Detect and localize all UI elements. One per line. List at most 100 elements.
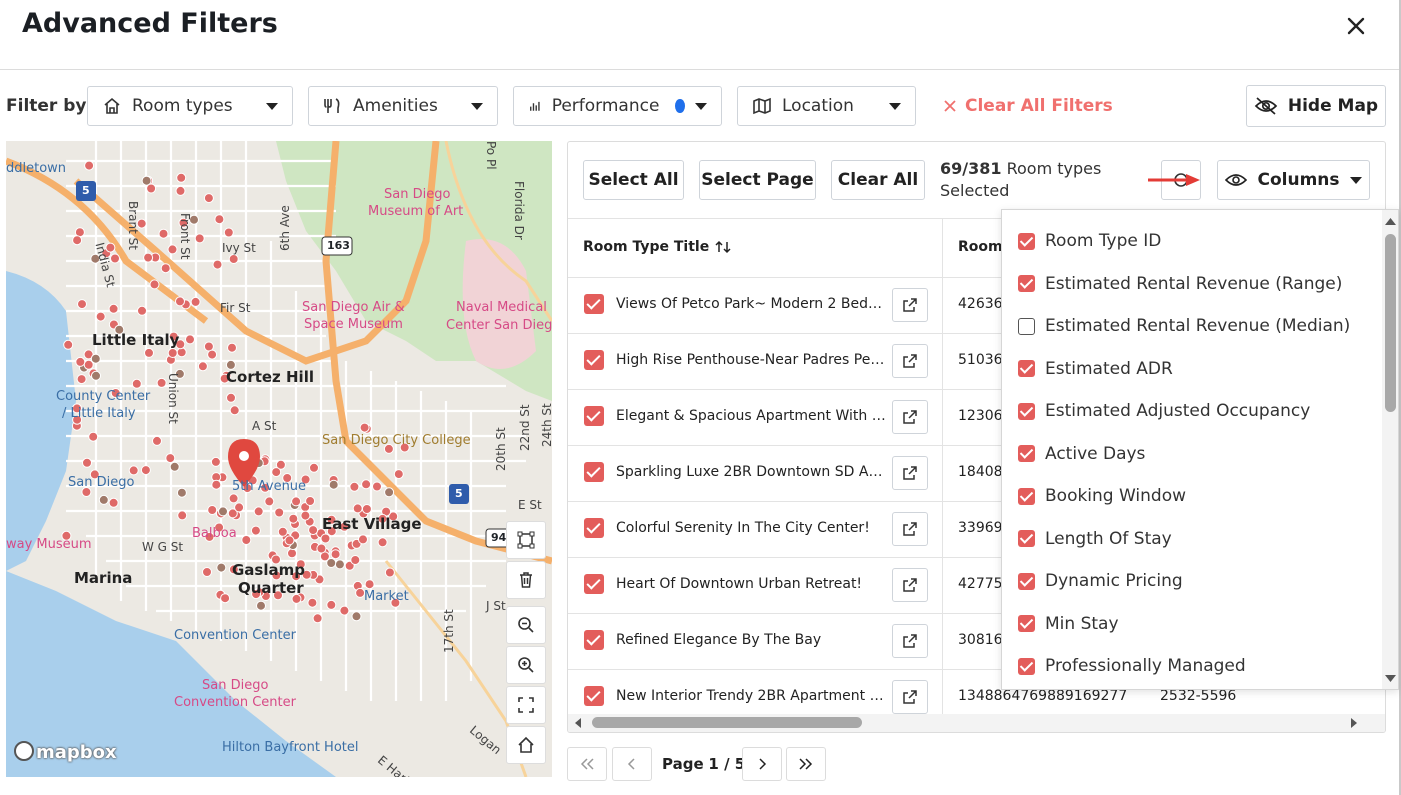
first-page-button[interactable]: [567, 747, 607, 781]
row-checkbox[interactable]: [584, 350, 604, 370]
listing-marker[interactable]: [207, 505, 218, 515]
listing-marker[interactable]: [228, 493, 239, 504]
columns-button[interactable]: Columns: [1217, 160, 1370, 200]
listing-marker[interactable]: [241, 535, 252, 545]
listing-marker[interactable]: [176, 347, 187, 358]
listing-marker[interactable]: [158, 228, 169, 239]
listing-marker[interactable]: [284, 535, 295, 546]
listing-marker[interactable]: [308, 525, 319, 536]
column-option[interactable]: Estimated Rental Revenue (Median): [1018, 311, 1350, 341]
listing-marker[interactable]: [377, 537, 388, 548]
listing-marker[interactable]: [218, 506, 228, 517]
listing-marker[interactable]: [110, 253, 120, 264]
listing-marker[interactable]: [175, 296, 185, 307]
vertical-scrollbar[interactable]: [1382, 210, 1399, 689]
listing-marker[interactable]: [328, 479, 339, 490]
listing-marker[interactable]: [349, 481, 360, 492]
column-checkbox[interactable]: [1018, 530, 1035, 547]
fullscreen-button[interactable]: [506, 686, 546, 724]
listing-marker[interactable]: [277, 526, 288, 537]
map-view[interactable]: ddletown San Diego Museum of Art San Die…: [6, 141, 552, 777]
row-checkbox[interactable]: [584, 574, 604, 594]
scroll-down-icon[interactable]: [1382, 672, 1399, 686]
open-external-button[interactable]: [892, 456, 928, 490]
listing-marker[interactable]: [350, 555, 361, 565]
column-option[interactable]: Professionally Managed: [1018, 651, 1246, 681]
home-view-button[interactable]: [506, 726, 546, 764]
open-external-button[interactable]: [892, 344, 928, 378]
listing-marker[interactable]: [210, 456, 221, 467]
listing-marker[interactable]: [361, 504, 372, 514]
column-option[interactable]: Room Type ID: [1018, 226, 1161, 256]
scroll-right-icon[interactable]: [1348, 714, 1360, 732]
listing-marker[interactable]: [176, 487, 187, 498]
column-option[interactable]: Estimated Adjusted Occupancy: [1018, 396, 1310, 426]
select-page-button[interactable]: Select Page: [699, 160, 816, 200]
listing-marker[interactable]: [274, 507, 285, 518]
listing-marker[interactable]: [372, 481, 382, 492]
listing-marker[interactable]: [330, 549, 341, 560]
listing-marker[interactable]: [72, 235, 83, 246]
column-option[interactable]: Booking Window: [1018, 481, 1186, 511]
listing-marker[interactable]: [300, 510, 311, 521]
listing-marker[interactable]: [384, 567, 395, 578]
listing-marker[interactable]: [84, 160, 95, 171]
listing-marker[interactable]: [108, 497, 119, 508]
listing-marker[interactable]: [185, 334, 195, 345]
listing-marker[interactable]: [146, 183, 157, 194]
scrollbar-thumb[interactable]: [592, 717, 862, 728]
listing-marker[interactable]: [334, 559, 345, 570]
listing-marker[interactable]: [82, 457, 92, 468]
close-button[interactable]: [1340, 10, 1372, 42]
listing-marker[interactable]: [229, 405, 240, 416]
listing-marker[interactable]: [76, 374, 87, 385]
column-option[interactable]: Dynamic Pricing: [1018, 566, 1183, 596]
listing-marker[interactable]: [326, 599, 337, 610]
listing-marker[interactable]: [98, 494, 109, 505]
column-checkbox[interactable]: [1018, 402, 1035, 420]
column-option[interactable]: Estimated Rental Revenue (Range): [1018, 269, 1342, 299]
listing-marker[interactable]: [137, 305, 147, 316]
listing-marker[interactable]: [309, 462, 319, 473]
listing-marker[interactable]: [214, 214, 225, 225]
listing-marker[interactable]: [226, 392, 236, 403]
listing-marker[interactable]: [95, 311, 106, 322]
column-option[interactable]: Min Stay: [1018, 609, 1119, 639]
listing-marker[interactable]: [194, 233, 205, 244]
open-external-button[interactable]: [892, 624, 928, 658]
listing-marker[interactable]: [91, 370, 101, 381]
listing-marker[interactable]: [175, 185, 186, 196]
row-checkbox[interactable]: [584, 686, 604, 706]
open-external-button[interactable]: [892, 400, 928, 434]
scroll-left-icon[interactable]: [572, 714, 584, 732]
listing-marker[interactable]: [361, 479, 372, 490]
row-checkbox[interactable]: [584, 630, 604, 650]
listing-marker[interactable]: [90, 353, 101, 364]
listing-marker[interactable]: [149, 279, 160, 290]
listing-marker[interactable]: [253, 506, 264, 517]
listing-marker[interactable]: [358, 534, 368, 545]
scroll-up-icon[interactable]: [1382, 214, 1399, 228]
listing-marker[interactable]: [197, 361, 208, 372]
listing-marker[interactable]: [305, 496, 316, 506]
listing-marker[interactable]: [250, 525, 261, 536]
listing-marker[interactable]: [320, 533, 331, 544]
column-checkbox[interactable]: [1018, 275, 1035, 292]
open-external-button[interactable]: [892, 568, 928, 602]
listing-marker[interactable]: [351, 611, 362, 622]
prev-page-button[interactable]: [612, 747, 652, 781]
room-types-dropdown[interactable]: Room types: [87, 86, 293, 126]
listing-marker[interactable]: [131, 378, 142, 389]
listing-marker[interactable]: [177, 510, 188, 521]
column-checkbox[interactable]: [1018, 232, 1035, 250]
column-checkbox[interactable]: [1018, 615, 1035, 632]
open-external-button[interactable]: [892, 680, 928, 714]
column-option[interactable]: Length Of Stay: [1018, 524, 1172, 554]
column-checkbox[interactable]: [1018, 317, 1035, 335]
listing-marker[interactable]: [167, 244, 178, 255]
zoom-out-button[interactable]: [506, 606, 546, 644]
listing-marker[interactable]: [160, 263, 171, 274]
listing-marker[interactable]: [167, 348, 178, 358]
listing-marker[interactable]: [364, 579, 375, 590]
row-checkbox[interactable]: [584, 406, 604, 426]
